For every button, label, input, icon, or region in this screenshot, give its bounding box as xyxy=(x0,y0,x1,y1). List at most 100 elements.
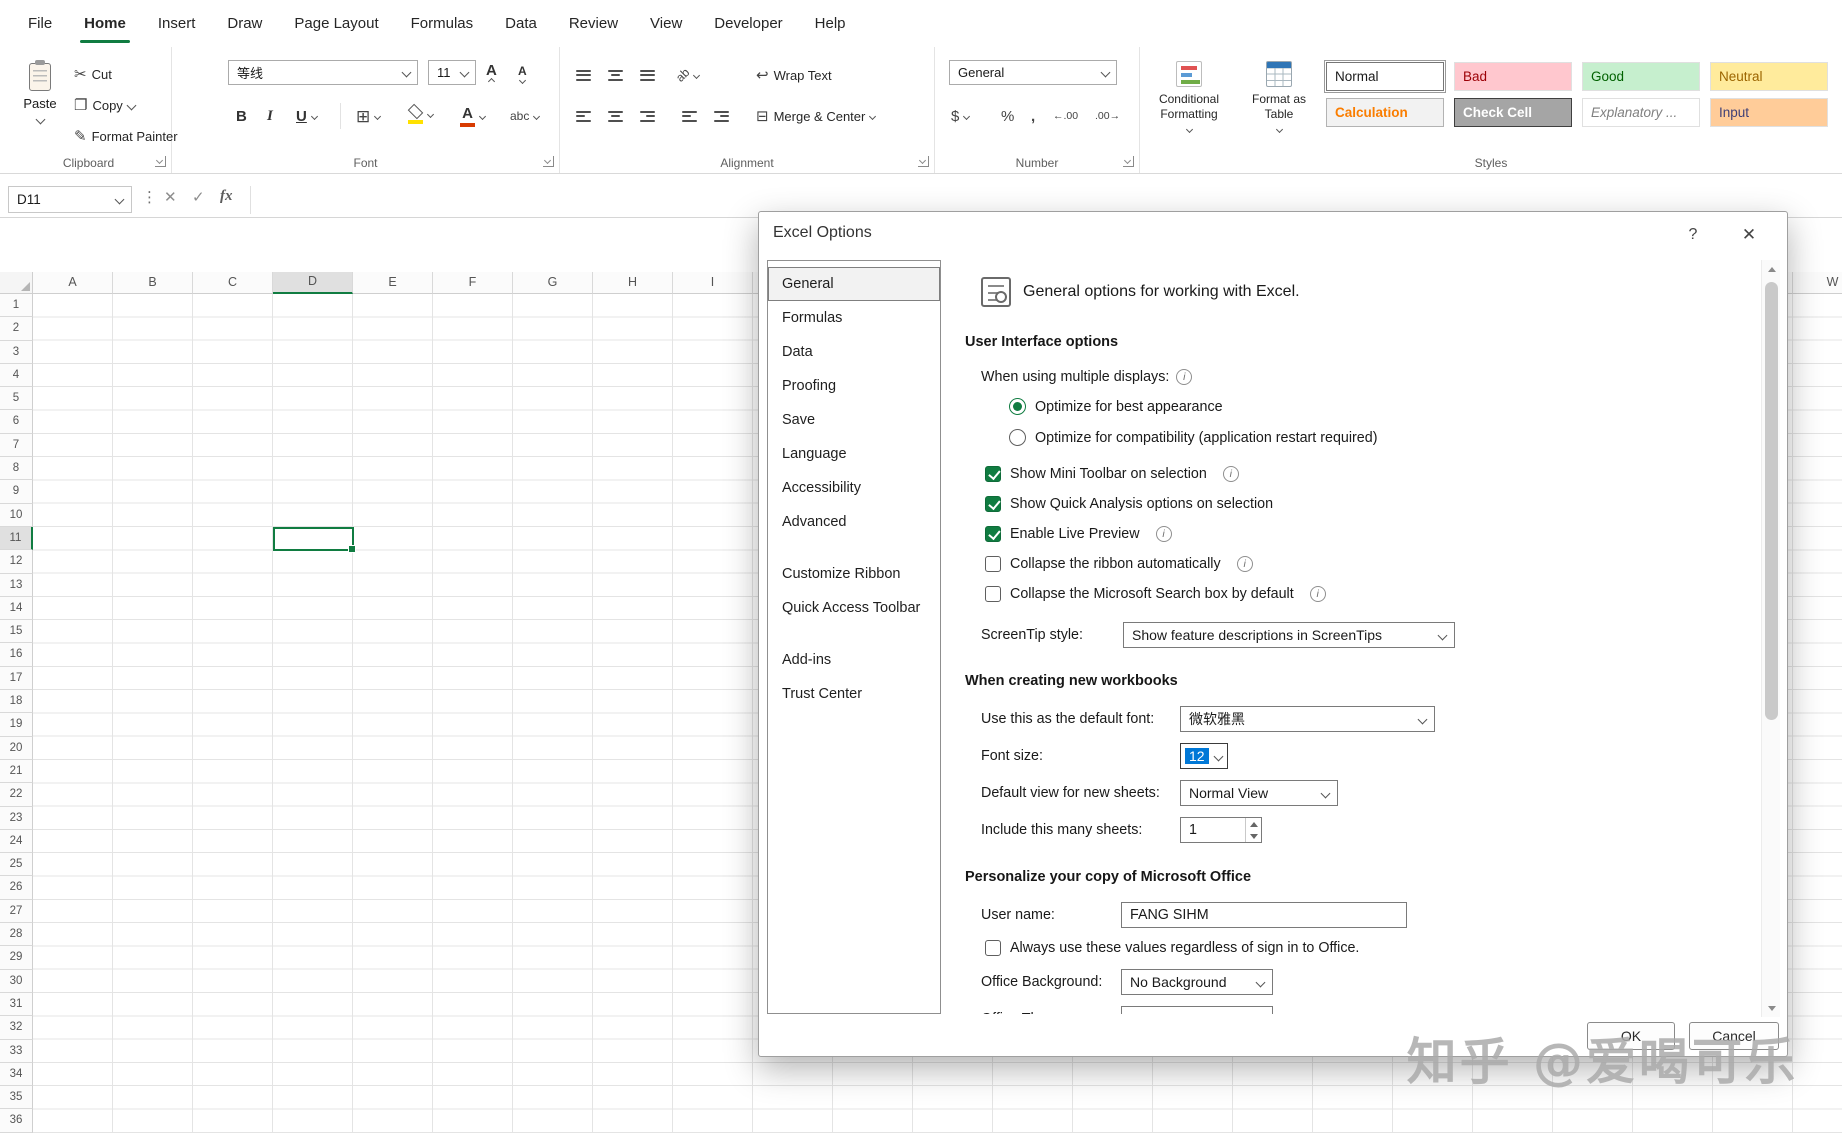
dialog-nav-formulas[interactable]: Formulas xyxy=(768,301,940,335)
formula-enter-button[interactable]: ✓ xyxy=(192,188,205,206)
row-header-5[interactable]: 5 xyxy=(0,387,33,411)
column-header-B[interactable]: B xyxy=(113,272,193,294)
row-header-6[interactable]: 6 xyxy=(0,410,33,434)
menu-tab-view[interactable]: View xyxy=(634,0,698,47)
displays-info-icon[interactable]: i xyxy=(1176,369,1193,385)
row-header-17[interactable]: 17 xyxy=(0,666,33,691)
dialog-nav-general[interactable]: General xyxy=(768,267,940,301)
dialog-nav-language[interactable]: Language xyxy=(768,437,940,471)
spinner-arrows[interactable] xyxy=(1245,818,1261,842)
phonetic-guide-button[interactable]: abc xyxy=(510,103,541,129)
row-header-22[interactable]: 22 xyxy=(0,783,33,807)
column-header-E[interactable]: E xyxy=(353,272,433,294)
number-format-select[interactable]: General xyxy=(949,60,1117,85)
column-header-I[interactable]: I xyxy=(673,272,753,294)
clipboard-dialog-launcher[interactable] xyxy=(155,156,166,167)
row-header-36[interactable]: 36 xyxy=(0,1109,33,1133)
row-header-15[interactable]: 15 xyxy=(0,620,33,644)
dialog-nav-accessibility[interactable]: Accessibility xyxy=(768,471,940,505)
menu-tab-home[interactable]: Home xyxy=(68,0,142,47)
paste-button[interactable]: Paste xyxy=(14,57,66,159)
row-header-18[interactable]: 18 xyxy=(0,690,33,714)
dialog-nav-proofing[interactable]: Proofing xyxy=(768,369,940,403)
number-dialog-launcher[interactable] xyxy=(1123,156,1134,167)
row-header-27[interactable]: 27 xyxy=(0,899,33,924)
row-header-9[interactable]: 9 xyxy=(0,480,33,504)
column-header-H[interactable]: H xyxy=(593,272,673,294)
alignment-dialog-launcher[interactable] xyxy=(918,156,929,167)
menu-tab-formulas[interactable]: Formulas xyxy=(395,0,490,47)
decrease-decimal-button[interactable]: .00→ xyxy=(1095,103,1120,129)
select-all-corner[interactable] xyxy=(0,272,33,294)
cell-style-good[interactable]: Good xyxy=(1582,62,1700,91)
font-dialog-launcher[interactable] xyxy=(543,156,554,167)
scrollbar-thumb[interactable] xyxy=(1765,282,1778,720)
collapse-ribbon-info-icon[interactable]: i xyxy=(1236,555,1253,572)
scrollbar-up-button[interactable] xyxy=(1762,260,1781,278)
dialog-nav-customize-ribbon[interactable]: Customize Ribbon xyxy=(768,557,940,591)
column-header-G[interactable]: G xyxy=(513,272,593,294)
comma-style-button[interactable]: , xyxy=(1031,103,1035,129)
insert-function-button[interactable]: fx xyxy=(220,188,233,205)
dialog-nav-add-ins[interactable]: Add-ins xyxy=(768,643,940,677)
checkbox-collapse-ribbon[interactable] xyxy=(985,555,1001,572)
font-color-button[interactable]: A xyxy=(460,103,487,129)
office-theme-select[interactable]: White xyxy=(1121,1006,1273,1014)
conditional-formatting-button[interactable]: Conditional Formatting xyxy=(1148,55,1230,163)
menu-tab-page-layout[interactable]: Page Layout xyxy=(278,0,394,47)
checkbox-live-preview[interactable] xyxy=(985,525,1001,542)
row-header-20[interactable]: 20 xyxy=(0,736,33,760)
row-header-30[interactable]: 30 xyxy=(0,969,33,993)
scrollbar-down-button[interactable] xyxy=(1762,999,1781,1017)
borders-button[interactable]: ⊞ xyxy=(356,103,382,129)
decrease-font-size-button[interactable]: A xyxy=(518,59,527,87)
row-header-2[interactable]: 2 xyxy=(0,317,33,341)
merge-center-button[interactable]: ⊟ Merge & Center xyxy=(756,103,877,129)
menu-tab-insert[interactable]: Insert xyxy=(142,0,212,47)
row-header-12[interactable]: 12 xyxy=(0,550,33,574)
sheets-count-spinner[interactable]: 1 xyxy=(1180,817,1262,843)
column-header-D[interactable]: D xyxy=(273,272,353,294)
live-preview-info-icon[interactable]: i xyxy=(1155,525,1172,542)
accounting-format-button[interactable]: $ xyxy=(951,103,971,129)
font-size-combo[interactable]: 11 xyxy=(428,60,476,85)
dialog-nav-quick-access-toolbar[interactable]: Quick Access Toolbar xyxy=(768,591,940,625)
menu-tab-file[interactable]: File xyxy=(12,0,68,47)
row-header-23[interactable]: 23 xyxy=(0,806,33,830)
row-header-33[interactable]: 33 xyxy=(0,1039,33,1063)
row-header-8[interactable]: 8 xyxy=(0,457,33,481)
row-header-16[interactable]: 16 xyxy=(0,643,33,667)
screentip-style-select[interactable]: Show feature descriptions in ScreenTips xyxy=(1123,622,1455,648)
wrap-text-button[interactable]: ↩ Wrap Text xyxy=(756,62,832,88)
collapse-search-info-icon[interactable]: i xyxy=(1309,585,1326,602)
cell-style-neutral[interactable]: Neutral xyxy=(1710,62,1828,91)
menu-tab-review[interactable]: Review xyxy=(553,0,634,47)
cut-button[interactable]: ✂ Cut xyxy=(74,61,112,87)
checkbox-collapse-search[interactable] xyxy=(985,585,1001,602)
cell-style-normal[interactable]: Normal xyxy=(1324,60,1446,93)
dialog-nav-data[interactable]: Data xyxy=(768,335,940,369)
font-size-select[interactable]: 12 xyxy=(1180,743,1228,769)
row-header-19[interactable]: 19 xyxy=(0,713,33,737)
align-right-button[interactable] xyxy=(640,103,655,129)
menu-tab-draw[interactable]: Draw xyxy=(211,0,278,47)
increase-decimal-button[interactable]: ←.00 xyxy=(1053,103,1078,129)
name-box-dots-icon[interactable]: ⋮ xyxy=(142,188,157,206)
bold-button[interactable]: B xyxy=(236,103,247,129)
office-background-select[interactable]: No Background xyxy=(1121,969,1273,995)
align-top-button[interactable] xyxy=(576,62,591,88)
default-view-select[interactable]: Normal View xyxy=(1180,780,1338,806)
orientation-button[interactable]: ab xyxy=(673,62,701,88)
align-center-button[interactable] xyxy=(608,103,623,129)
radio-optimize-compatibility[interactable] xyxy=(1009,429,1026,446)
increase-indent-button[interactable] xyxy=(714,103,729,129)
font-name-combo[interactable]: 等线 xyxy=(228,60,418,85)
dialog-nav-save[interactable]: Save xyxy=(768,403,940,437)
row-header-13[interactable]: 13 xyxy=(0,573,33,597)
checkbox-mini-toolbar[interactable] xyxy=(985,465,1001,482)
align-left-button[interactable] xyxy=(576,103,591,129)
checkbox-quick-analysis[interactable] xyxy=(985,495,1001,512)
cell-style-check-cell[interactable]: Check Cell xyxy=(1454,98,1572,127)
dialog-help-button[interactable]: ? xyxy=(1677,220,1709,250)
selected-cell[interactable] xyxy=(273,527,356,553)
